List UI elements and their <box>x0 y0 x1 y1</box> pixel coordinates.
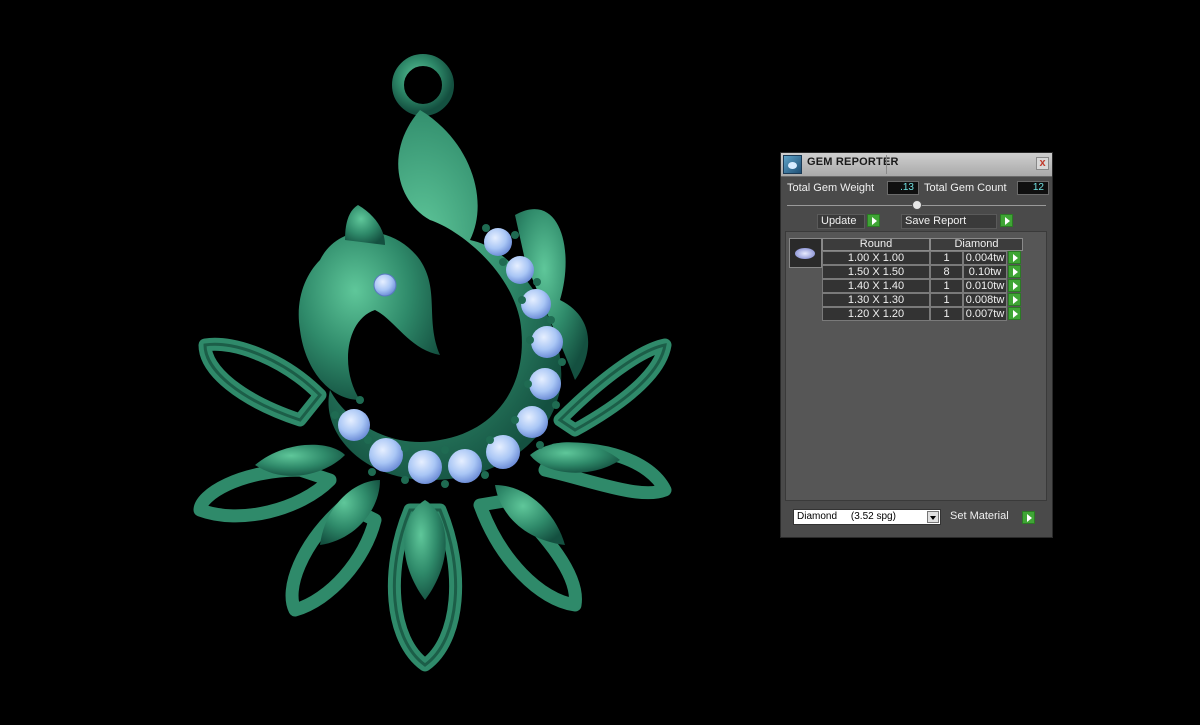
row-count: 1 <box>930 293 963 307</box>
row-select-play-icon[interactable] <box>1008 293 1021 306</box>
material-selected-value: Diamond (3.52 spg) <box>797 511 896 522</box>
row-select-play-icon[interactable] <box>1008 279 1021 292</box>
row-weight: 0.007tw <box>963 307 1007 321</box>
splitter-handle[interactable] <box>912 200 922 210</box>
crest <box>345 205 385 245</box>
row-count: 8 <box>930 265 963 279</box>
table-header-round: Round <box>822 238 930 251</box>
title-divider <box>886 155 887 174</box>
table-header-diamond: Diamond <box>930 238 1023 251</box>
row-select-play-icon[interactable] <box>1008 307 1021 320</box>
bail-ring <box>392 54 454 116</box>
outer-petals <box>193 337 672 672</box>
round-gem-thumbnail-icon[interactable] <box>789 238 822 268</box>
row-size: 1.40 X 1.40 <box>822 279 930 293</box>
material-dropdown[interactable]: Diamond (3.52 spg) <box>793 509 941 525</box>
close-icon[interactable]: x <box>1036 157 1049 170</box>
row-count: 1 <box>930 307 963 321</box>
total-gem-count-value: 12 <box>1017 181 1049 195</box>
row-count: 1 <box>930 279 963 293</box>
row-weight: 0.004tw <box>963 251 1007 265</box>
row-select-play-icon[interactable] <box>1008 251 1021 264</box>
row-weight: 0.008tw <box>963 293 1007 307</box>
save-report-button[interactable]: Save Report <box>901 214 997 229</box>
gem-reporter-app-icon <box>783 155 802 174</box>
set-material-button[interactable]: Set Material <box>947 510 1031 525</box>
total-gem-weight-value: .13 <box>887 181 919 195</box>
row-select-play-icon[interactable] <box>1008 265 1021 278</box>
row-size: 1.00 X 1.00 <box>822 251 930 265</box>
update-button[interactable]: Update <box>817 214 865 229</box>
row-size: 1.30 X 1.30 <box>822 293 930 307</box>
total-gem-count-label: Total Gem Count <box>924 182 1007 194</box>
title-bar[interactable]: GEM REPORTER x <box>781 153 1052 177</box>
update-play-icon[interactable] <box>867 214 880 227</box>
set-material-play-icon[interactable] <box>1022 511 1035 524</box>
save-report-play-icon[interactable] <box>1000 214 1013 227</box>
row-weight: 0.010tw <box>963 279 1007 293</box>
row-size: 1.20 X 1.20 <box>822 307 930 321</box>
panel-title: GEM REPORTER <box>807 156 899 168</box>
pendant-model <box>193 54 672 672</box>
bird-head <box>298 231 440 400</box>
gem-reporter-panel: GEM REPORTER x Total Gem Weight .13 Tota… <box>780 152 1053 538</box>
chevron-down-icon[interactable] <box>927 511 939 523</box>
total-gem-weight-label: Total Gem Weight <box>787 182 875 194</box>
eye-gem <box>373 273 397 297</box>
row-weight: 0.10tw <box>963 265 1007 279</box>
row-size: 1.50 X 1.50 <box>822 265 930 279</box>
row-count: 1 <box>930 251 963 265</box>
